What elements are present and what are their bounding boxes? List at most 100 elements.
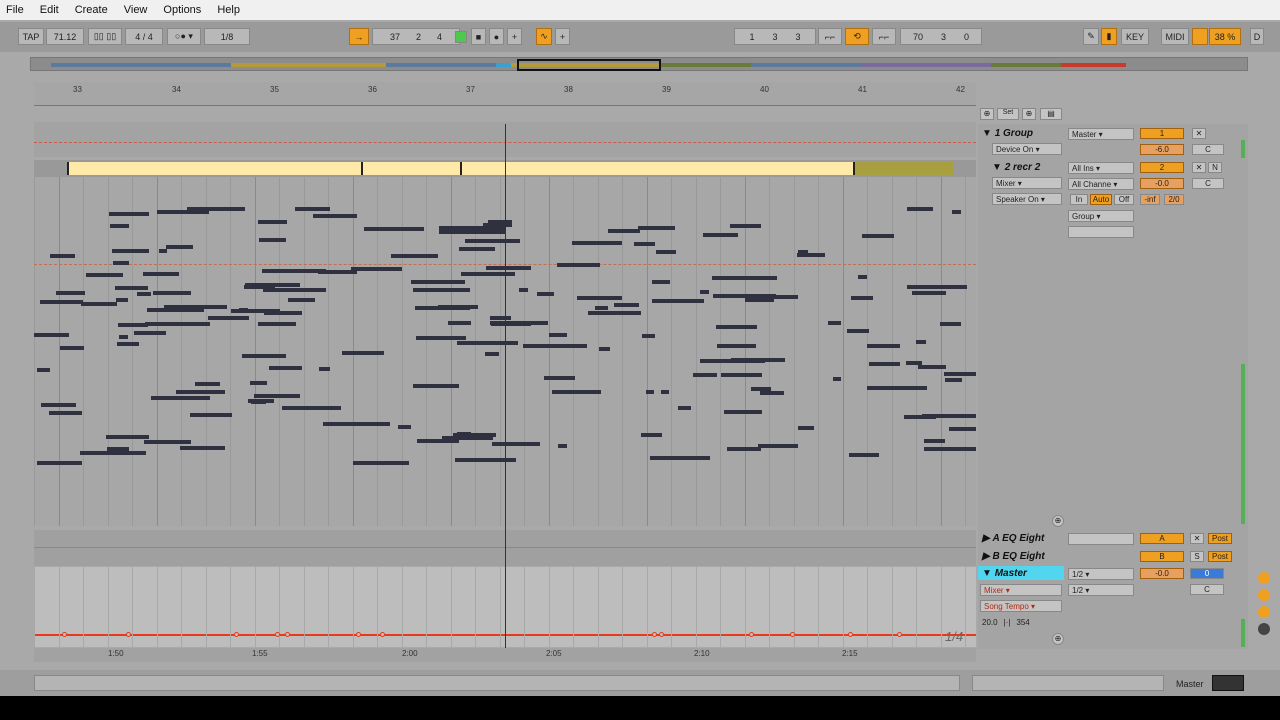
midi-note[interactable] — [259, 238, 286, 242]
midi-note[interactable] — [117, 342, 139, 346]
midi-note[interactable] — [269, 366, 302, 370]
midi-note[interactable] — [907, 285, 967, 289]
midi-note[interactable] — [80, 451, 146, 455]
midi-note[interactable] — [110, 224, 129, 228]
midi-note[interactable] — [364, 227, 424, 231]
midi-note[interactable] — [634, 242, 655, 246]
midi-note[interactable] — [116, 298, 128, 302]
midi-note[interactable] — [758, 444, 798, 448]
menu-options[interactable]: Options — [163, 4, 201, 16]
midi-note[interactable] — [263, 288, 326, 292]
midi-note[interactable] — [599, 347, 610, 351]
midi-note[interactable] — [952, 210, 961, 214]
midi-note[interactable] — [258, 322, 296, 326]
midi-note[interactable] — [106, 435, 149, 439]
midi-clip[interactable] — [460, 162, 853, 175]
close-view-icon[interactable] — [1258, 589, 1270, 601]
beat-time-ruler[interactable]: 33 34 35 36 37 38 39 40 41 42 — [34, 82, 976, 106]
draw-mode-icon[interactable]: ✎ — [1083, 28, 1099, 45]
midi-note[interactable] — [730, 224, 761, 228]
midi-note[interactable] — [40, 300, 83, 304]
midi-note[interactable] — [159, 249, 167, 253]
midi-note[interactable] — [867, 386, 927, 390]
midi-note[interactable] — [869, 362, 900, 366]
midi-note[interactable] — [465, 239, 520, 243]
set-button[interactable]: Set — [997, 108, 1019, 120]
midi-note[interactable] — [652, 299, 704, 303]
midi-note[interactable] — [924, 439, 945, 443]
midi-note[interactable] — [519, 288, 528, 292]
midi-note[interactable] — [572, 241, 622, 245]
midi-note[interactable] — [342, 351, 384, 355]
midi-note[interactable] — [491, 322, 531, 326]
midi-note[interactable] — [411, 280, 465, 284]
midi-note[interactable] — [849, 453, 879, 457]
play-track-icon[interactable]: ▶ — [982, 533, 990, 544]
midi-note[interactable] — [717, 344, 756, 348]
tempo-range[interactable]: 20.0 |·| 354 — [982, 616, 1062, 629]
midi-note[interactable] — [693, 373, 717, 377]
master-device-chooser[interactable]: Mixer ▾ — [980, 584, 1062, 596]
midi-note[interactable] — [924, 447, 976, 451]
midi-note[interactable] — [439, 226, 505, 230]
midi-note[interactable] — [858, 275, 867, 279]
midi-note[interactable] — [242, 354, 286, 358]
return-a-output[interactable] — [1068, 533, 1134, 545]
midi-note[interactable] — [922, 414, 976, 418]
collapse-icon[interactable]: ⊕ — [980, 108, 994, 120]
arrangement-overview[interactable] — [30, 57, 1248, 71]
group-track-activator[interactable]: 1 — [1140, 128, 1184, 139]
loop-switch-icon[interactable]: ⟲ — [845, 28, 869, 45]
fold-icon[interactable]: ▼ — [982, 568, 992, 579]
return-a-post[interactable]: Post — [1208, 533, 1232, 544]
midi-note[interactable] — [797, 253, 825, 257]
group-track-header[interactable]: ▼ 1 Group — [982, 126, 1066, 140]
group-output-chooser[interactable]: Master ▾ — [1068, 128, 1134, 140]
midi-note[interactable] — [767, 295, 798, 299]
midi-note[interactable] — [448, 321, 471, 325]
midi-note[interactable] — [323, 422, 390, 426]
track2-arm-button[interactable]: N — [1208, 162, 1222, 173]
midi-note[interactable] — [282, 406, 341, 410]
cue-output[interactable]: 1/2 ▾ — [1068, 568, 1134, 580]
menu-file[interactable]: File — [6, 4, 24, 16]
key-map-icon[interactable]: ▮ — [1101, 28, 1117, 45]
midi-note[interactable] — [862, 234, 894, 238]
monitor-auto-button[interactable]: Auto — [1090, 194, 1112, 205]
midi-note[interactable] — [398, 425, 411, 429]
midi-note[interactable] — [457, 341, 518, 345]
track2-send-b[interactable]: 2/0 — [1164, 194, 1184, 205]
midi-note[interactable] — [288, 298, 315, 302]
midi-note[interactable] — [86, 273, 123, 277]
midi-note[interactable] — [115, 286, 148, 290]
midi-note[interactable] — [262, 269, 326, 273]
menu-help[interactable]: Help — [217, 4, 240, 16]
return-b-post[interactable]: Post — [1208, 551, 1232, 562]
midi-note[interactable] — [49, 411, 82, 415]
settings-icon[interactable] — [1258, 623, 1270, 635]
time-signature[interactable]: 4 / 4 — [125, 28, 163, 45]
play-track-icon[interactable]: ▶ — [982, 551, 990, 562]
metronome-button[interactable]: ▯▯ ▯▯ — [88, 28, 122, 45]
midi-note[interactable] — [906, 361, 922, 365]
midi-clip[interactable] — [853, 162, 953, 175]
midi-note[interactable] — [614, 303, 639, 307]
master-output[interactable]: 1/2 ▾ — [1068, 584, 1134, 596]
midi-note[interactable] — [264, 311, 302, 315]
midi-note[interactable] — [415, 306, 470, 310]
record-icon[interactable]: ● — [489, 28, 504, 45]
midi-note[interactable] — [190, 413, 232, 417]
track2-header[interactable]: ▼ 2 recr 2 — [992, 160, 1066, 174]
midi-note[interactable] — [351, 267, 402, 271]
automation-breakpoint[interactable] — [285, 632, 290, 637]
automation-breakpoint[interactable] — [790, 632, 795, 637]
return-a-activator[interactable]: A — [1140, 533, 1184, 544]
midi-note[interactable] — [417, 439, 459, 443]
fold-icon[interactable]: ▼ — [992, 162, 1002, 173]
midi-note[interactable] — [851, 296, 873, 300]
return-b-activator[interactable]: B — [1140, 551, 1184, 562]
midi-note[interactable] — [712, 276, 777, 280]
automation-breakpoint[interactable] — [659, 632, 664, 637]
midi-note[interactable] — [109, 212, 149, 216]
midi-clip[interactable] — [67, 162, 361, 175]
